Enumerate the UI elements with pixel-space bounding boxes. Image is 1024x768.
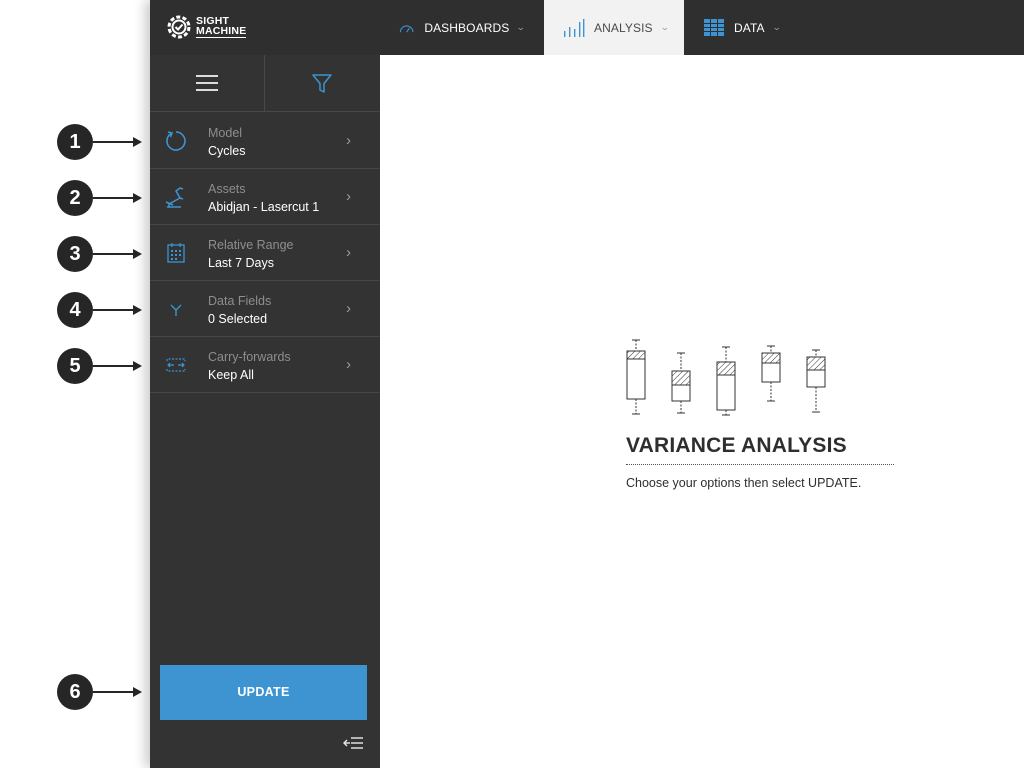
box-plot-illustration [626, 339, 826, 416]
nav-data[interactable]: DATA ⌄ [704, 0, 804, 55]
callout-number: 1 [57, 124, 93, 160]
callout-arrow [93, 197, 135, 199]
option-value: Abidjan - Lasercut 1 [208, 200, 320, 214]
carry-forward-icon [166, 358, 186, 372]
option-label: Relative Range [208, 238, 294, 252]
callout-1: 1 [57, 124, 142, 160]
brand-wordmark: SIGHT MACHINE [196, 16, 247, 38]
option-value: Cycles [208, 144, 246, 158]
callout-6: 6 [57, 674, 142, 710]
callout-arrowhead [133, 305, 142, 315]
hamburger-menu-button[interactable] [196, 75, 218, 93]
option-model[interactable]: Model Cycles › [150, 113, 380, 169]
chevron-right-icon: › [346, 300, 351, 317]
callout-arrow [93, 691, 135, 693]
callout-arrowhead [133, 687, 142, 697]
refresh-icon [166, 131, 186, 151]
callout-arrow [93, 253, 135, 255]
gear-logo-icon [167, 15, 191, 39]
chevron-right-icon: › [346, 132, 351, 149]
chevron-down-icon: ⌄ [771, 22, 782, 32]
option-label: Model [208, 126, 243, 140]
callout-arrowhead [133, 193, 142, 203]
speedometer-icon [399, 24, 414, 32]
option-value: Last 7 Days [208, 256, 275, 270]
sidebar: Model Cycles › Assets Abidjan - Lasercut… [150, 55, 380, 768]
option-assets[interactable]: Assets Abidjan - Lasercut 1 › [150, 169, 380, 225]
callout-arrowhead [133, 249, 142, 259]
menu-line [196, 89, 218, 91]
fork-icon [170, 304, 182, 316]
table-icon [704, 19, 724, 36]
brand-logo[interactable]: SIGHT MACHINE [166, 12, 247, 42]
callout-3: 3 [57, 236, 142, 272]
callout-arrowhead [133, 137, 142, 147]
empty-state-instructions: Choose your options then select UPDATE. [626, 476, 862, 490]
nav-analysis-label: ANALYSIS [594, 20, 653, 35]
callout-arrow [93, 365, 135, 367]
calendar-icon [167, 243, 185, 263]
callout-number: 3 [57, 236, 93, 272]
nav-analysis[interactable]: ANALYSIS ⌄ [544, 0, 684, 55]
nav-dashboards[interactable]: DASHBOARDS ⌄ [399, 0, 527, 55]
callout-4: 4 [57, 292, 142, 328]
page-title: VARIANCE ANALYSIS [626, 434, 894, 465]
callout-number: 5 [57, 348, 93, 384]
sidebar-toolbar [150, 55, 380, 112]
callout-number: 6 [57, 674, 93, 710]
option-label: Carry-forwards [208, 350, 291, 364]
chevron-right-icon: › [346, 188, 351, 205]
toolbar-divider [264, 55, 265, 112]
chevron-right-icon: › [346, 244, 351, 261]
callout-arrowhead [133, 361, 142, 371]
callout-arrow [93, 141, 135, 143]
callout-5: 5 [57, 348, 142, 384]
chevron-down-icon: ⌄ [516, 22, 527, 32]
option-relative-range[interactable]: Relative Range Last 7 Days › [150, 225, 380, 281]
option-label: Assets [208, 182, 246, 196]
callout-2: 2 [57, 180, 142, 216]
top-nav-bar: SIGHT MACHINE DASHBOARDS ⌄ ANALYSIS ⌄ DA… [150, 0, 1024, 55]
robot-arm-icon [165, 187, 184, 208]
callout-arrow [93, 309, 135, 311]
nav-data-label: DATA [734, 20, 765, 35]
page: 1 2 3 4 5 6 SIGHT MACHINE DASHBOARDS ⌄ A… [0, 0, 1024, 768]
update-button[interactable]: UPDATE [160, 665, 367, 720]
chevron-right-icon: › [346, 356, 351, 373]
option-data-fields[interactable]: Data Fields 0 Selected › [150, 281, 380, 337]
brand-line-2: MACHINE [196, 25, 247, 38]
callout-number: 2 [57, 180, 93, 216]
option-carry-forwards[interactable]: Carry-forwards Keep All › [150, 337, 380, 393]
main-content: VARIANCE ANALYSIS Choose your options th… [380, 55, 1024, 768]
option-value: Keep All [208, 368, 254, 382]
option-label: Data Fields [208, 294, 272, 308]
menu-line [196, 82, 218, 84]
option-value: 0 Selected [208, 312, 268, 326]
nav-dashboards-label: DASHBOARDS [424, 20, 510, 35]
callout-number: 4 [57, 292, 93, 328]
collapse-sidebar-icon[interactable] [343, 735, 365, 751]
filter-icon[interactable] [311, 73, 333, 95]
menu-line [196, 75, 218, 77]
bar-chart-icon [564, 18, 585, 37]
chevron-down-icon: ⌄ [659, 22, 670, 32]
